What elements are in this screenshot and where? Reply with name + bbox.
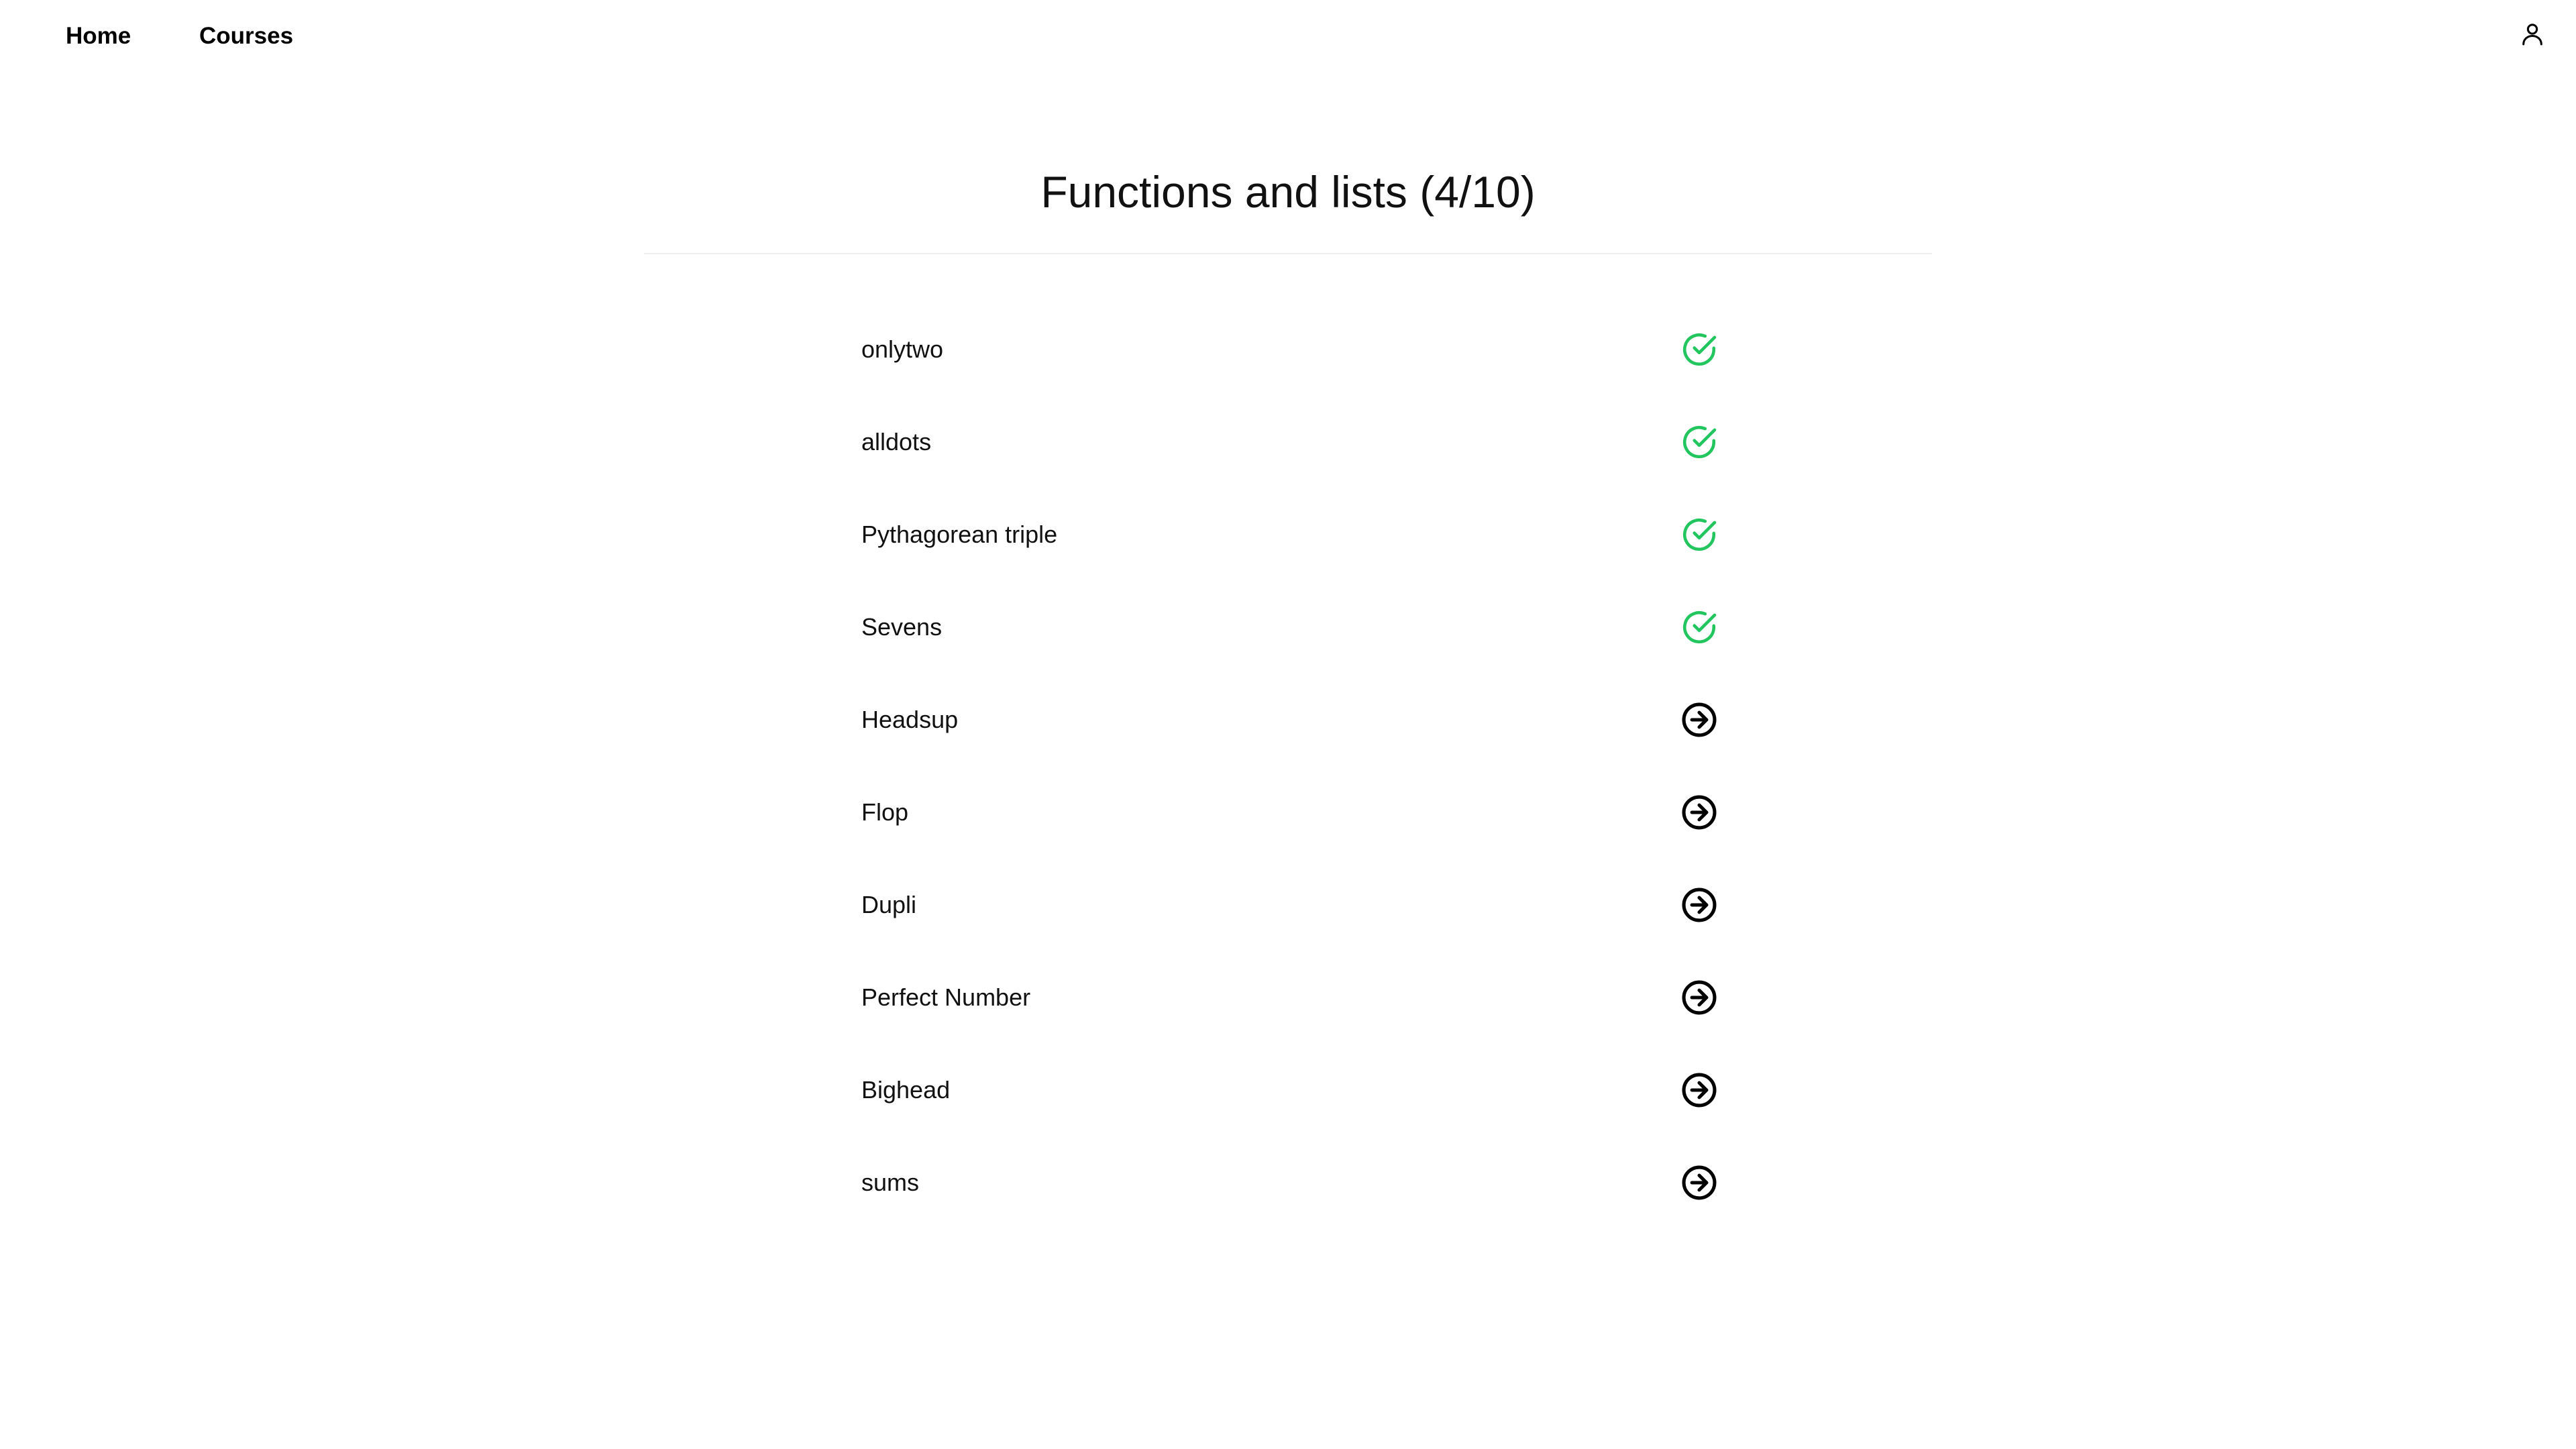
user-account-button[interactable] — [2516, 17, 2549, 51]
arrow-right-circle-icon[interactable] — [1680, 1071, 1719, 1110]
exercise-name: Sevens — [861, 613, 943, 641]
exercise-name: alldots — [861, 428, 932, 455]
nav-home-link[interactable]: Home — [66, 23, 131, 50]
exercise-row[interactable]: onlytwo — [861, 312, 1720, 405]
exercise-row[interactable]: sums — [861, 1145, 1720, 1238]
exercise-row[interactable]: Flop — [861, 775, 1720, 867]
page-title: Functions and lists (4/10) — [1040, 167, 1536, 217]
exercise-name: Bighead — [861, 1076, 951, 1104]
exercise-name: onlytwo — [861, 335, 944, 363]
exercise-row[interactable]: Headsup — [861, 682, 1720, 775]
check-circle-icon — [1680, 515, 1719, 554]
exercise-name: Flop — [861, 798, 909, 826]
exercise-row[interactable]: Dupli — [861, 867, 1720, 960]
exercise-name: Headsup — [861, 706, 959, 733]
check-circle-icon — [1680, 608, 1719, 647]
arrow-right-circle-icon[interactable] — [1680, 793, 1719, 832]
arrow-right-circle-icon[interactable] — [1680, 1163, 1719, 1202]
check-circle-icon — [1680, 330, 1719, 369]
exercise-row[interactable]: Bighead — [861, 1053, 1720, 1145]
nav-courses-link[interactable]: Courses — [199, 23, 293, 50]
check-circle-icon — [1680, 423, 1719, 462]
arrow-right-circle-icon[interactable] — [1680, 885, 1719, 924]
arrow-right-circle-icon[interactable] — [1680, 700, 1719, 739]
exercise-row[interactable]: Pythagorean triple — [861, 497, 1720, 590]
arrow-right-circle-icon[interactable] — [1680, 978, 1719, 1017]
exercise-row[interactable]: Perfect Number — [861, 960, 1720, 1053]
exercise-list: onlytwo alldots Pythagorean triple Seven… — [861, 312, 1720, 1238]
user-icon — [2522, 23, 2542, 46]
title-divider — [644, 253, 1932, 254]
exercise-row[interactable]: alldots — [861, 405, 1720, 497]
exercise-name: Pythagorean triple — [861, 521, 1058, 548]
exercise-name: Perfect Number — [861, 983, 1031, 1011]
top-navigation: Home Courses — [0, 0, 2576, 80]
exercise-row[interactable]: Sevens — [861, 590, 1720, 682]
exercise-name: sums — [861, 1169, 920, 1196]
exercise-name: Dupli — [861, 891, 917, 918]
